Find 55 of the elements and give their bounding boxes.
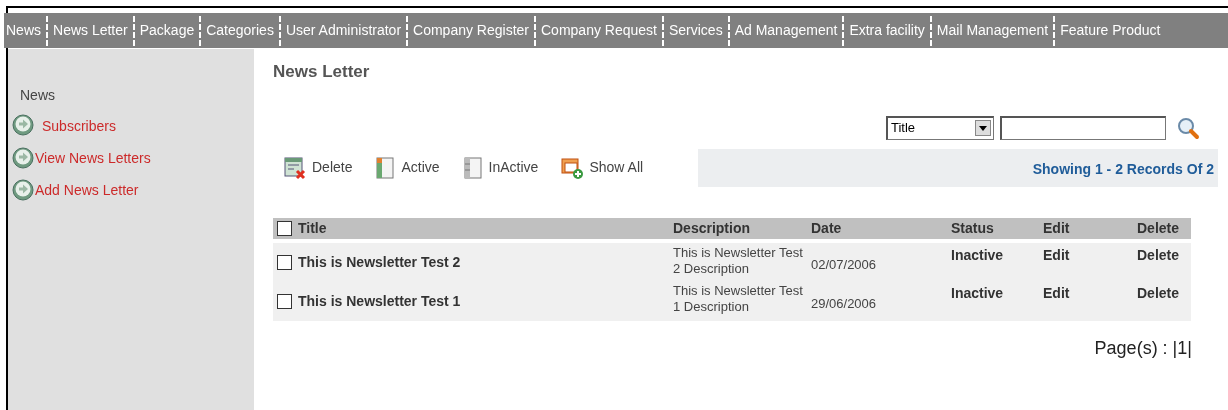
column-header: Date — [811, 218, 842, 238]
column-header: Status — [951, 218, 994, 238]
pagination[interactable]: Page(s) : |1| — [1094, 334, 1192, 362]
panel-icon — [374, 155, 397, 180]
delete-link[interactable]: Delete — [1137, 246, 1180, 263]
table-cell: 02/07/2006 — [811, 256, 877, 272]
nav-link[interactable]: News — [4, 20, 43, 41]
nav-link[interactable]: User Administrator — [283, 20, 404, 41]
field-select[interactable]: Title — [886, 115, 994, 140]
nav-link[interactable]: Package — [137, 20, 197, 41]
delete-link[interactable]: Delete — [1137, 284, 1180, 301]
select-value: Title — [891, 119, 916, 138]
nav-link[interactable]: Categories — [204, 20, 276, 41]
toolbar-link[interactable]: Show All — [589, 157, 644, 178]
table-cell-text: This is Newsletter Test 2 — [298, 253, 461, 272]
page-title: News Letter — [273, 61, 370, 83]
records-count: Showing 1 - 2 Records Of 2 — [1032, 160, 1214, 179]
arrow-circle-icon — [12, 113, 34, 136]
edit-link[interactable]: Edit — [1043, 246, 1070, 263]
checkbox[interactable] — [277, 255, 292, 270]
panel-icon — [461, 155, 484, 180]
sidebar-link[interactable]: Add News Letter — [35, 179, 139, 201]
column-header: Title — [298, 218, 327, 238]
nav-link[interactable]: Services — [666, 20, 725, 41]
sidebar-link[interactable]: View News Letters — [35, 147, 151, 169]
nav-link[interactable]: Extra facility — [847, 20, 927, 41]
toolbar-link[interactable]: Delete — [312, 157, 353, 178]
search-icon[interactable] — [1176, 115, 1200, 140]
table-cell-text: This is Newsletter Test 1 — [298, 292, 461, 311]
checkbox[interactable] — [277, 220, 292, 236]
column-header: Delete — [1137, 218, 1180, 238]
table-delete-icon — [283, 155, 307, 180]
sidebar-heading: News — [20, 86, 55, 105]
search-field[interactable] — [1000, 115, 1166, 140]
toolbar-link[interactable]: InActive — [488, 157, 539, 178]
sidebar-link[interactable]: Subscribers — [42, 116, 116, 137]
edit-link[interactable]: Edit — [1043, 284, 1070, 301]
nav-link[interactable]: Feature Product — [1058, 20, 1163, 41]
column-header: Description — [673, 218, 750, 238]
arrow-circle-icon — [12, 179, 34, 201]
nav-link[interactable]: Company Request — [539, 20, 659, 41]
checkbox[interactable] — [277, 294, 292, 309]
table-cell: This is Newsletter Test 1 Description — [673, 282, 803, 314]
windows-add-icon — [560, 155, 585, 180]
table-cell: Inactive — [951, 246, 1004, 263]
nav-link[interactable]: Mail Management — [934, 20, 1051, 41]
column-header: Edit — [1043, 218, 1070, 238]
nav-link[interactable]: Ad Management — [732, 20, 840, 41]
nav-link[interactable]: News Letter — [51, 20, 130, 41]
arrow-circle-icon — [12, 147, 34, 169]
table-cell: This is Newsletter Test 2 Description — [673, 244, 803, 276]
table-cell: Inactive — [951, 284, 1004, 301]
table-cell: 29/06/2006 — [811, 295, 877, 311]
nav-link[interactable]: Company Register — [411, 20, 531, 41]
toolbar-link[interactable]: Active — [401, 157, 440, 178]
